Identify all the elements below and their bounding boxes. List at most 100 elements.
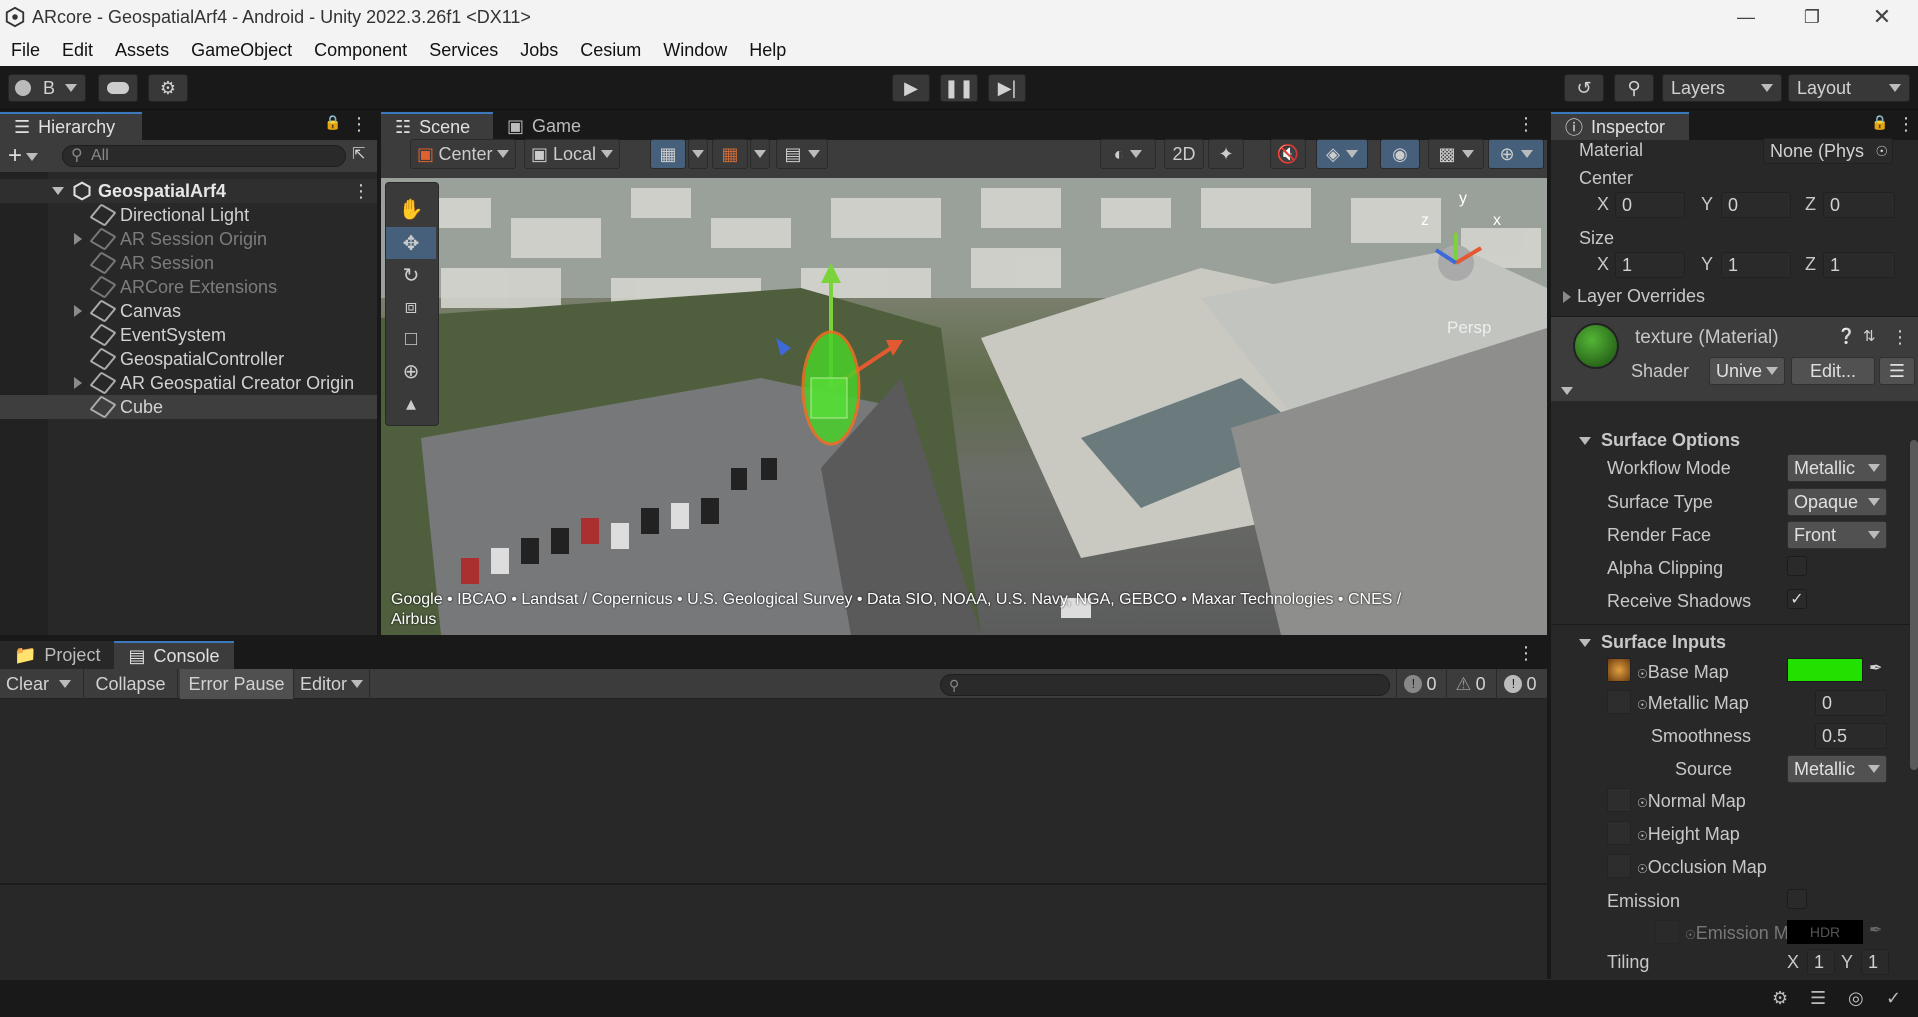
debug-icon[interactable]: ⚙ bbox=[1772, 988, 1788, 1009]
hidden-objects-toggle[interactable]: ◉ bbox=[1380, 139, 1420, 169]
collab-button[interactable]: ⚙ bbox=[148, 74, 188, 102]
layout-dropdown[interactable]: Layout bbox=[1788, 74, 1910, 102]
hierarchy-item[interactable]: AR Session Origin bbox=[0, 227, 377, 251]
increment-snap-button[interactable]: ▤ bbox=[776, 139, 828, 169]
tab-game[interactable]: ▣ Game bbox=[493, 112, 595, 140]
help-icon[interactable]: ❔ bbox=[1837, 327, 1856, 345]
menu-services[interactable]: Services bbox=[418, 40, 509, 61]
more-icon[interactable]: ⋮ bbox=[1891, 327, 1909, 348]
custom-tool[interactable]: ▴ bbox=[386, 387, 436, 419]
camera-settings-dropdown[interactable]: ▩ bbox=[1428, 139, 1484, 169]
more-icon[interactable]: ⋮ bbox=[1897, 114, 1915, 135]
hierarchy-item[interactable]: AR Session bbox=[0, 251, 377, 275]
more-icon[interactable]: ⋮ bbox=[1517, 114, 1535, 135]
normal-map-slot[interactable] bbox=[1607, 788, 1631, 812]
eyedropper-icon[interactable]: ✒ bbox=[1869, 920, 1882, 940]
menu-jobs[interactable]: Jobs bbox=[509, 40, 569, 61]
lock-icon[interactable]: 🔒 bbox=[1871, 114, 1888, 131]
hand-tool[interactable]: ✋ bbox=[386, 193, 436, 225]
minimize-button[interactable]: — bbox=[1716, 0, 1776, 34]
workflow-mode-dropdown[interactable]: Metallic bbox=[1787, 454, 1887, 482]
size-y-field[interactable]: 1 bbox=[1721, 252, 1791, 278]
emission-checkbox[interactable] bbox=[1787, 889, 1807, 909]
cloud-button[interactable] bbox=[98, 74, 138, 102]
search-button[interactable]: ⚲ bbox=[1614, 74, 1654, 102]
space-dropdown[interactable]: ▣ Local bbox=[524, 139, 620, 169]
surface-options-foldout[interactable]: Surface Options bbox=[1579, 430, 1740, 451]
clear-button[interactable]: Clear bbox=[0, 669, 84, 699]
object-picker-icon[interactable]: ☉ bbox=[1875, 143, 1888, 160]
receive-shadows-checkbox[interactable]: ✓ bbox=[1787, 589, 1807, 609]
size-z-field[interactable]: 1 bbox=[1823, 252, 1895, 278]
add-button[interactable]: + bbox=[8, 142, 39, 170]
center-z-field[interactable]: 0 bbox=[1823, 192, 1895, 218]
menu-gameobject[interactable]: GameObject bbox=[180, 40, 303, 61]
center-y-field[interactable]: 0 bbox=[1721, 192, 1791, 218]
rotate-tool[interactable]: ↻ bbox=[386, 259, 436, 291]
source-dropdown[interactable]: Metallic bbox=[1787, 755, 1887, 783]
height-map-slot[interactable] bbox=[1607, 821, 1631, 845]
alpha-clipping-checkbox[interactable] bbox=[1787, 556, 1807, 576]
size-x-field[interactable]: 1 bbox=[1615, 252, 1685, 278]
menu-component[interactable]: Component bbox=[303, 40, 418, 61]
surface-type-dropdown[interactable]: Opaque bbox=[1787, 488, 1887, 516]
menu-window[interactable]: Window bbox=[652, 40, 738, 61]
pivot-dropdown[interactable]: ▣ Center bbox=[410, 139, 516, 169]
restore-button[interactable]: ❐ bbox=[1782, 0, 1842, 34]
menu-help[interactable]: Help bbox=[738, 40, 797, 61]
more-icon[interactable]: ⋮ bbox=[350, 114, 368, 135]
more-icon[interactable]: ⋮ bbox=[352, 181, 370, 202]
gizmos-dropdown[interactable]: ⊕ bbox=[1488, 139, 1544, 169]
play-button[interactable]: ▶ bbox=[892, 74, 930, 102]
shader-options-button[interactable]: ☰ bbox=[1879, 357, 1915, 385]
metallic-value-field[interactable]: 0 bbox=[1815, 690, 1887, 716]
collapse-button[interactable]: Collapse bbox=[84, 669, 178, 699]
error-pause-button[interactable]: Error Pause bbox=[180, 669, 294, 699]
layer-overrides-foldout[interactable]: Layer Overrides bbox=[1563, 286, 1705, 307]
emission-map-slot[interactable] bbox=[1655, 920, 1679, 944]
center-x-field[interactable]: 0 bbox=[1615, 192, 1685, 218]
base-map-texture-slot[interactable] bbox=[1607, 658, 1631, 682]
edit-shader-button[interactable]: Edit... bbox=[1791, 357, 1875, 385]
account-dropdown[interactable]: B bbox=[8, 74, 86, 102]
grid-snap-button[interactable]: ▦ bbox=[650, 139, 686, 169]
more-icon[interactable]: ⋮ bbox=[1517, 643, 1535, 664]
occlusion-map-slot[interactable] bbox=[1607, 854, 1631, 878]
toggle-2d-button[interactable]: 2D bbox=[1164, 139, 1204, 169]
preset-icon[interactable]: ⇅ bbox=[1863, 327, 1876, 345]
move-tool[interactable]: ✥ bbox=[386, 227, 436, 259]
menu-edit[interactable]: Edit bbox=[51, 40, 104, 61]
render-face-dropdown[interactable]: Front bbox=[1787, 521, 1887, 549]
hierarchy-item[interactable]: Directional Light bbox=[0, 203, 377, 227]
console-search[interactable]: ⚲ bbox=[940, 674, 1390, 696]
effects-dropdown[interactable]: ◈ bbox=[1316, 139, 1368, 169]
shader-dropdown[interactable]: Unive bbox=[1709, 357, 1785, 385]
network-icon[interactable]: ◎ bbox=[1848, 988, 1864, 1009]
grid-snap-menu[interactable] bbox=[688, 139, 708, 169]
scale-tool[interactable]: ⧈ bbox=[386, 291, 436, 323]
hierarchy-item[interactable]: EventSystem bbox=[0, 323, 377, 347]
eyedropper-icon[interactable]: ✒ bbox=[1869, 658, 1882, 678]
metallic-map-slot[interactable] bbox=[1607, 690, 1631, 714]
rect-tool[interactable]: □ bbox=[386, 323, 436, 355]
console-log-area[interactable] bbox=[0, 699, 1547, 883]
scene-viewport[interactable]: y x z Persp ✋ ✥ ↻ ⧈ □ ⊕ ▴ Google • IBCAO… bbox=[381, 178, 1547, 635]
cache-icon[interactable]: ☰ bbox=[1810, 988, 1826, 1009]
physic-material-field[interactable]: None (Phys ☉ bbox=[1763, 138, 1893, 164]
emission-color-swatch[interactable]: HDR bbox=[1787, 920, 1863, 944]
tab-inspector[interactable]: ⓘ Inspector bbox=[1551, 112, 1689, 140]
hierarchy-item-selected[interactable]: Cube bbox=[0, 395, 377, 419]
smoothness-value-field[interactable]: 0.5 bbox=[1815, 723, 1887, 749]
tiling-y-field[interactable]: 1 bbox=[1861, 949, 1889, 975]
tab-scene[interactable]: ☷ Scene bbox=[381, 112, 493, 140]
hierarchy-item[interactable]: AR Geospatial Creator Origin bbox=[0, 371, 377, 395]
hierarchy-item[interactable]: Canvas bbox=[0, 299, 377, 323]
base-color-swatch[interactable] bbox=[1787, 658, 1863, 682]
scene-row[interactable]: GeospatialArf4 ⋮ bbox=[0, 179, 377, 203]
persp-label[interactable]: Persp bbox=[1447, 318, 1491, 338]
tab-project[interactable]: 📁 Project bbox=[0, 641, 115, 669]
history-button[interactable]: ↺ bbox=[1564, 74, 1604, 102]
close-button[interactable]: ✕ bbox=[1852, 0, 1912, 34]
hierarchy-item[interactable]: GeospatialController bbox=[0, 347, 377, 371]
audio-toggle-button[interactable]: 🔇 bbox=[1270, 139, 1306, 169]
